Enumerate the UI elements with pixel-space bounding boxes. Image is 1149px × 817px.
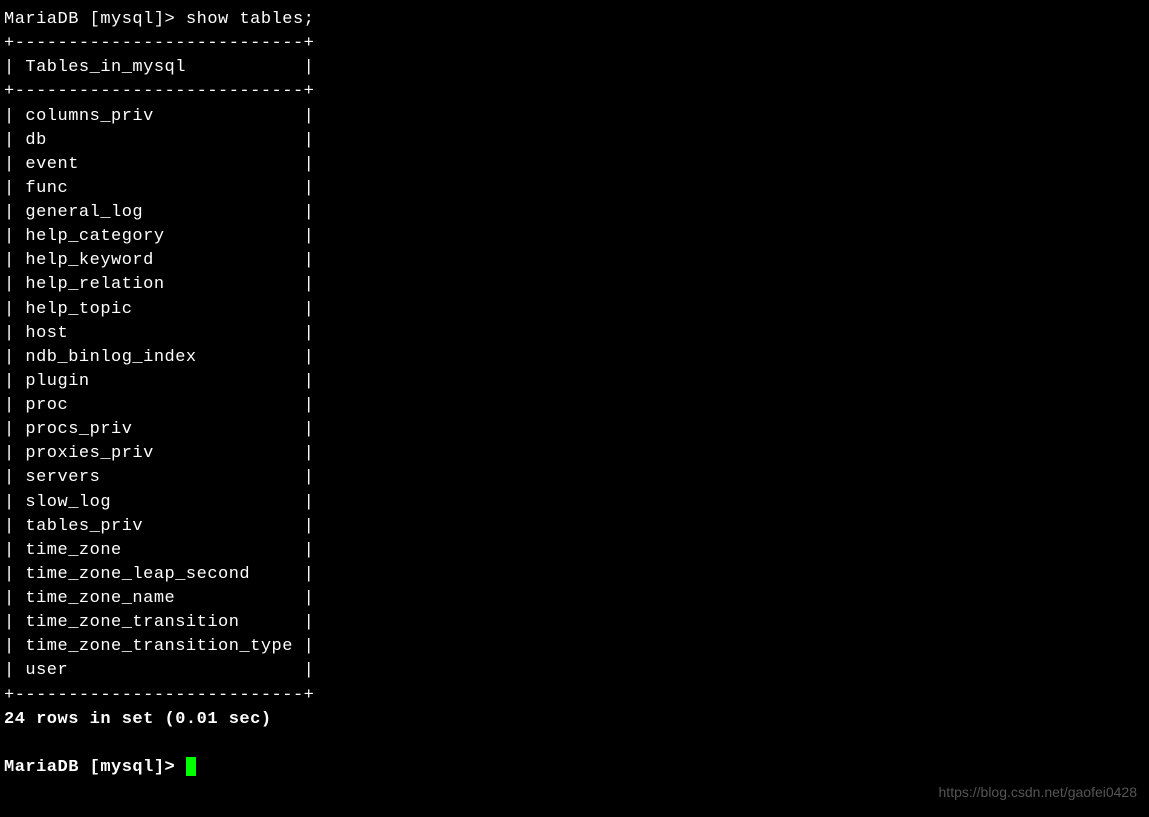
result-summary: 24 rows in set (0.01 sec) xyxy=(4,710,272,729)
prompt-line-2: MariaDB [mysql]> xyxy=(4,758,196,777)
prompt-line: MariaDB [mysql]> show tables; xyxy=(4,10,314,29)
cursor-icon xyxy=(186,757,196,776)
table-border-bottom: +---------------------------+ xyxy=(4,686,314,705)
prompt-prefix: MariaDB [mysql]> xyxy=(4,10,186,29)
table-border-top: +---------------------------+ xyxy=(4,34,314,53)
prompt-prefix-2: MariaDB [mysql]> xyxy=(4,758,186,777)
table-border-mid: +---------------------------+ xyxy=(4,82,314,101)
terminal-output[interactable]: MariaDB [mysql]> show tables; +---------… xyxy=(4,8,1145,780)
table-body: | columns_priv | | db | | event | | func… xyxy=(4,107,314,681)
command-text: show tables; xyxy=(186,10,314,29)
table-header-row: | Tables_in_mysql | xyxy=(4,58,314,77)
watermark-text: https://blog.csdn.net/gaofei0428 xyxy=(939,783,1137,803)
